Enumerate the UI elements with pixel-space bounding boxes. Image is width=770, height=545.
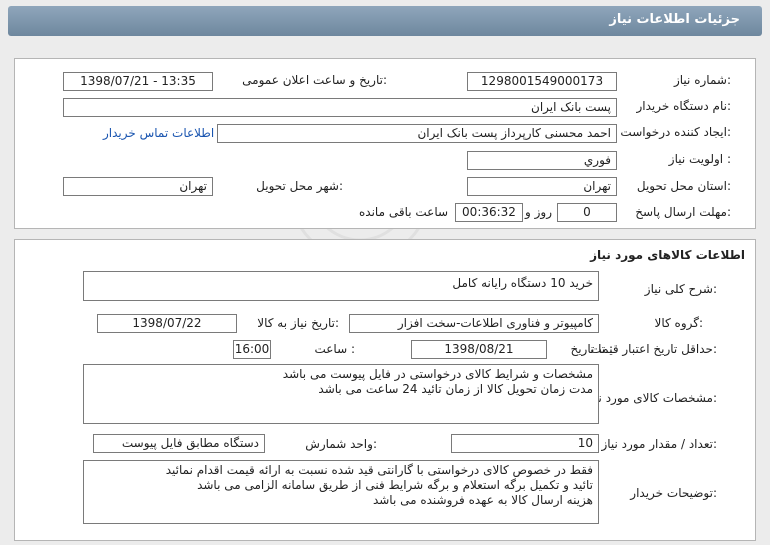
deadline-label: مهلت ارسال پاسخ: <box>635 205 731 219</box>
buyer-contact-link[interactable]: اطلاعات تماس خریدار <box>103 126 214 140</box>
unit-field[interactable]: دستگاه مطابق فایل پیوست <box>93 434 265 453</box>
specs-label: مشخصات کالای مورد نیاز: <box>585 391 717 405</box>
specs-field[interactable]: مشخصات و شرایط کالای درخواستی در فایل پی… <box>83 364 599 424</box>
page-title: جزئیات اطلاعات نیاز <box>609 12 740 27</box>
buyer-label: نام دستگاه خریدار: <box>636 99 732 113</box>
goods-info-panel: اطلاعات کالاهای مورد نیاز شرح کلی نیاز: … <box>14 239 756 541</box>
quantity-field[interactable]: 10 <box>451 434 599 453</box>
request-info-panel: شماره نیاز: 1298001549000173 تاریخ و ساع… <box>14 58 756 229</box>
until-date-label: تا تاریخ : <box>570 342 613 356</box>
priority-label: اولویت نیاز : <box>668 152 731 166</box>
page-header: جزئیات اطلاعات نیاز <box>0 0 770 40</box>
until-date-field[interactable]: 1398/08/21 <box>411 340 547 359</box>
creator-field[interactable]: احمد محسنی کارپرداز پست بانک ایران <box>217 124 617 143</box>
creator-label: ایجاد کننده درخواست: <box>620 125 731 139</box>
city-field[interactable]: تهران <box>63 177 213 196</box>
deadline-days-field[interactable]: 0 <box>557 203 617 222</box>
time-suffix: ساعت باقی مانده <box>359 205 449 219</box>
hour-field[interactable]: 16:00 <box>233 340 271 359</box>
group-label: گروه کالا: <box>654 316 704 330</box>
need-date-field[interactable]: 1398/07/22 <box>97 314 237 333</box>
quantity-label: تعداد / مقدار مورد نیاز: <box>601 437 717 451</box>
need-number-label: شماره نیاز: <box>673 73 731 87</box>
group-field[interactable]: کامپیوتر و فناوری اطلاعات-سخت افزار <box>349 314 599 333</box>
buyer-field[interactable]: پست بانک ایران <box>63 98 617 117</box>
specs-line: مشخصات و شرایط کالای درخواستی در فایل پی… <box>282 367 593 381</box>
goods-section-title: اطلاعات کالاهای مورد نیاز <box>590 248 745 262</box>
notes-line: هزینه ارسال کالا به عهده فروشنده می باشد <box>372 493 593 507</box>
announce-date-label: تاریخ و ساعت اعلان عمومی: <box>242 73 387 87</box>
city-label: شهر محل تحویل: <box>256 179 343 193</box>
announce-date-field[interactable]: 1398/07/21 - 13:35 <box>63 72 213 91</box>
notes-line: تائید و تکمیل برگه استعلام و برگه شرایط … <box>197 478 593 492</box>
unit-label: واحد شمارش: <box>305 437 377 451</box>
notes-label: توضیحات خریدار: <box>630 486 717 500</box>
specs-line: مدت زمان تحویل کالا از زمان تائید 24 ساع… <box>318 382 593 396</box>
need-number-field[interactable]: 1298001549000173 <box>467 72 617 91</box>
province-field[interactable]: تهران <box>467 177 617 196</box>
need-date-label: تاریخ نیاز به کالا: <box>257 316 339 330</box>
notes-line: فقط در خصوص کالای درخواستی با گارانتی قی… <box>165 463 593 477</box>
header-bar: جزئیات اطلاعات نیاز <box>8 6 762 36</box>
province-label: استان محل تحویل: <box>636 179 731 193</box>
days-suffix: روز و <box>525 205 552 219</box>
priority-field[interactable]: فوري <box>467 151 617 170</box>
summary-label: شرح کلی نیاز: <box>644 282 717 296</box>
summary-field[interactable]: خرید 10 دستگاه رایانه کامل <box>83 271 599 301</box>
notes-field[interactable]: فقط در خصوص کالای درخواستی با گارانتی قی… <box>83 460 599 524</box>
hour-label: ساعت : <box>314 342 355 356</box>
deadline-time-field[interactable]: 00:36:32 <box>455 203 523 222</box>
